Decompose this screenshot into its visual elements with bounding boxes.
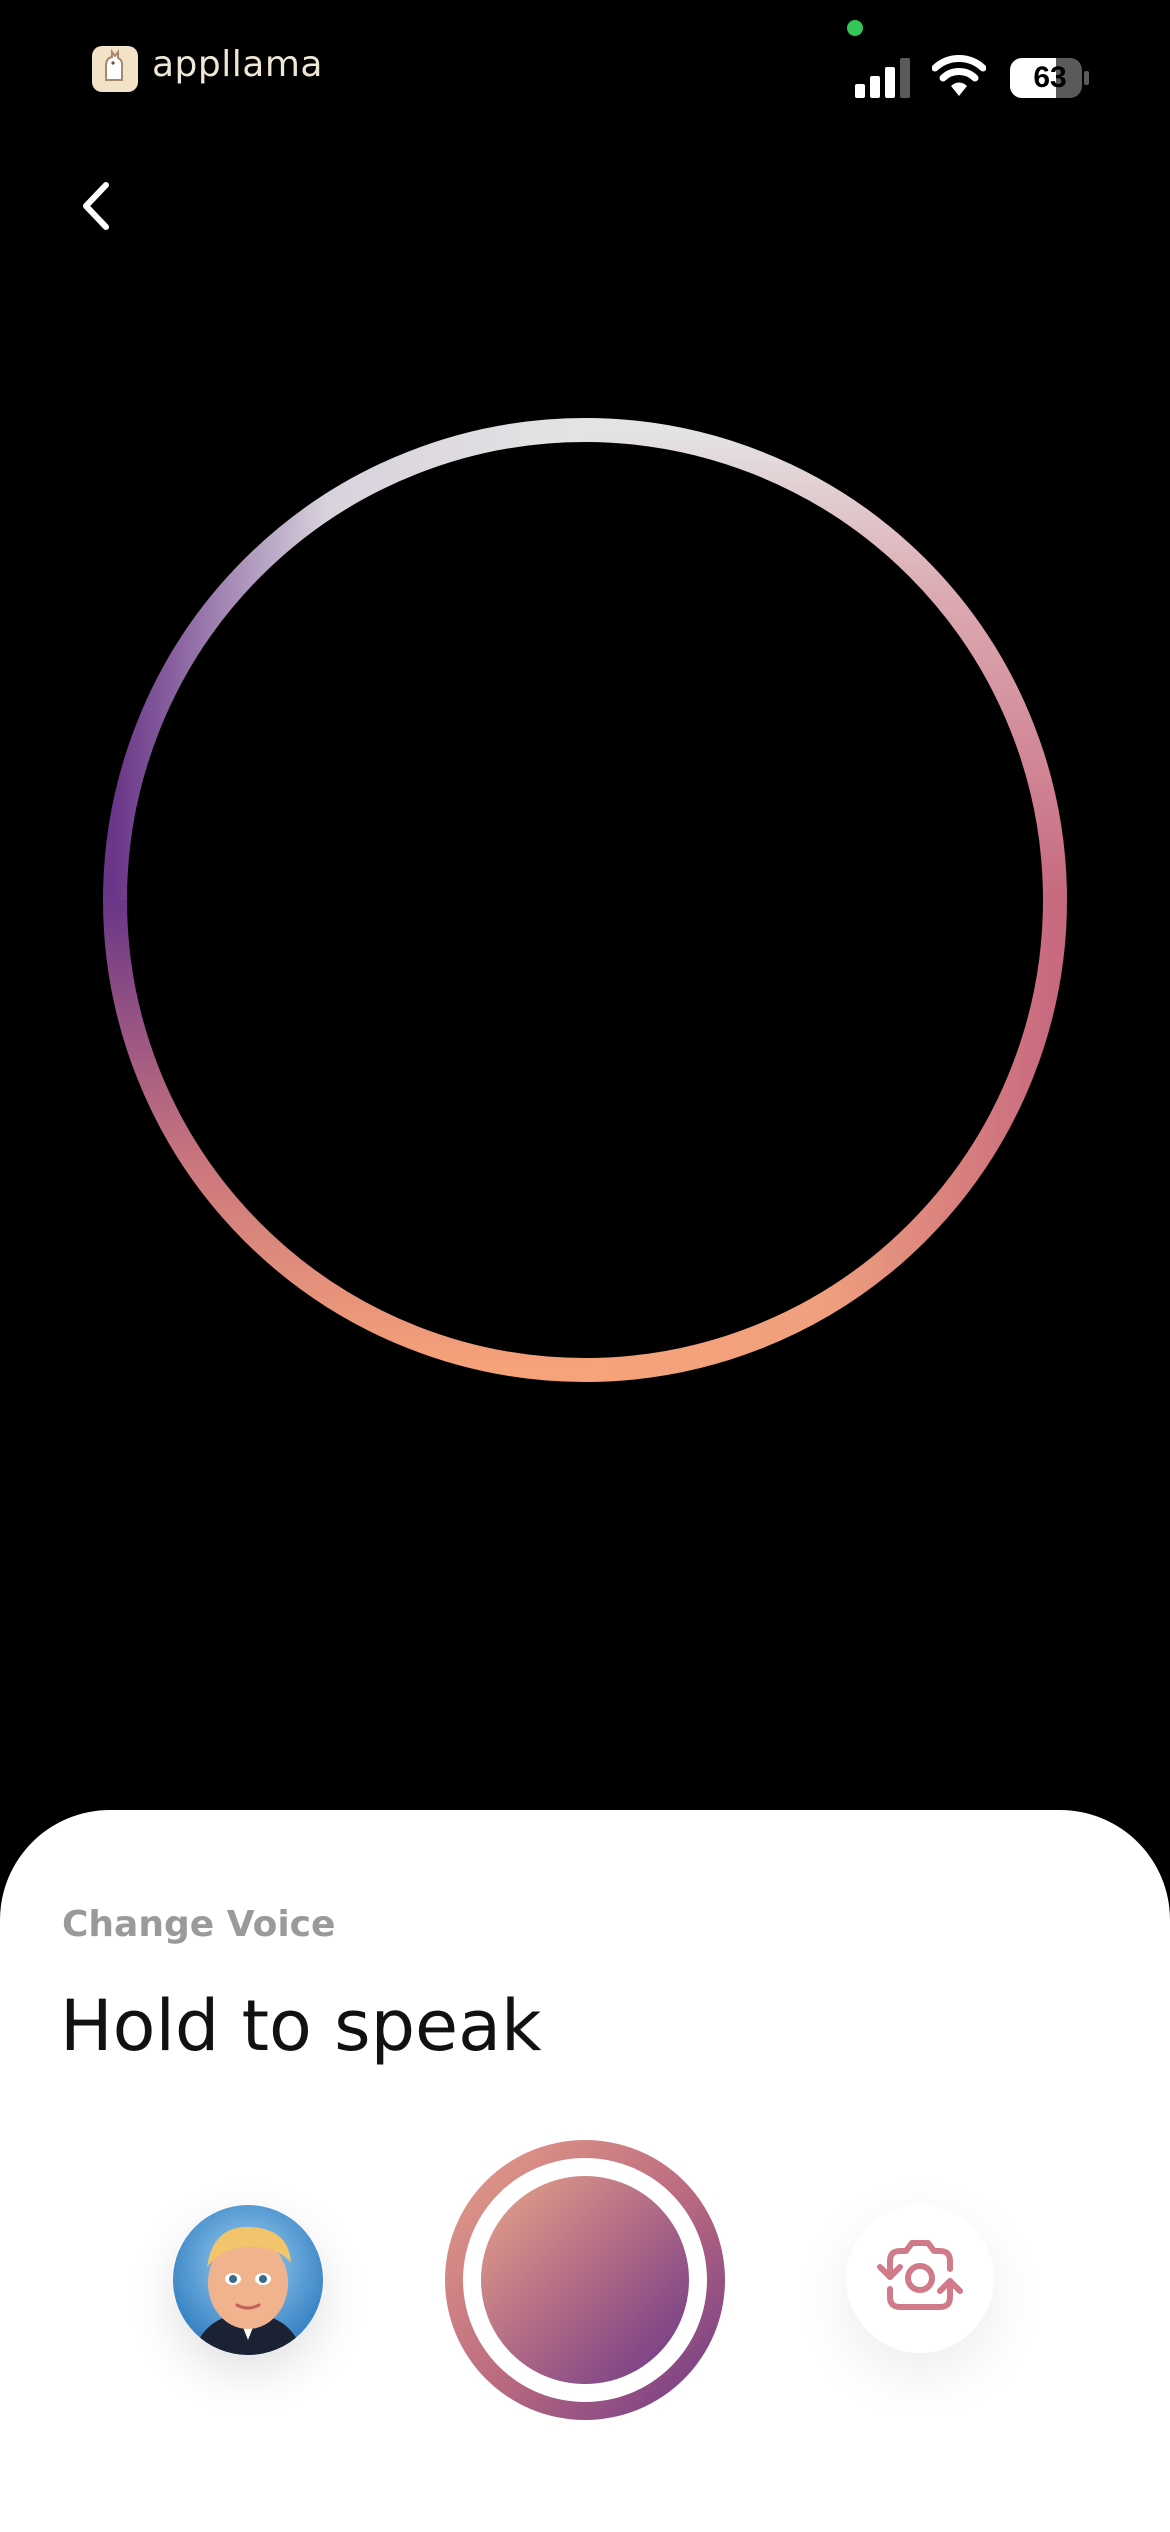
hold-to-speak-button[interactable] [445,2140,725,2420]
cellular-signal-icon [855,58,910,98]
wifi-icon [932,55,986,96]
back-button[interactable] [70,175,122,237]
hold-to-speak-title: Hold to speak [60,1985,542,2067]
camera-indicator-dot [847,20,863,36]
battery-level: 63 [1033,61,1067,94]
status-bar: appllama 63 [0,0,1170,150]
camera-switch-icon [877,2240,963,2310]
change-voice-label[interactable]: Change Voice [62,1904,335,1945]
app-name: appllama [152,44,323,85]
chevron-left-icon [83,182,109,230]
voice-avatar[interactable] [173,2205,323,2355]
voice-visualizer-ring [103,418,1067,1382]
switch-camera-button[interactable] [846,2205,994,2353]
appllama-logo [92,46,138,92]
